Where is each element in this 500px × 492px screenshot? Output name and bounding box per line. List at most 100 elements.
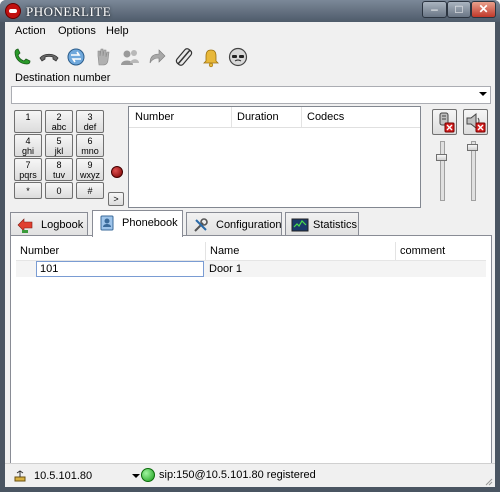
key-letters: jkl <box>54 146 64 156</box>
key-digit: 7 <box>25 160 31 170</box>
column-codecs[interactable]: Codecs <box>307 111 344 123</box>
column-duration[interactable]: Duration <box>237 111 279 123</box>
column-comment[interactable]: comment <box>400 245 445 257</box>
key-letters: ghi <box>21 146 34 156</box>
title-bar[interactable]: PHONERLITE – □ ✕ <box>0 0 500 22</box>
key-8[interactable]: 8 tuv <box>45 158 73 181</box>
maximize-button[interactable]: □ <box>447 1 471 18</box>
speaker-slider-thumb[interactable] <box>467 144 478 151</box>
network-icon <box>14 470 26 482</box>
forward-arrow-icon[interactable] <box>146 46 168 68</box>
key-digit: 6 <box>87 136 93 146</box>
key-3[interactable]: 3 def <box>76 110 104 133</box>
destination-number-input[interactable] <box>11 86 491 104</box>
registration-status-icon <box>141 468 155 482</box>
transfer-icon[interactable] <box>65 46 87 68</box>
more-button[interactable]: > <box>108 192 124 206</box>
tab-logbook[interactable]: Logbook <box>10 212 88 236</box>
local-ip-value: 10.5.101.80 <box>34 470 93 482</box>
key-digit: 4 <box>25 136 31 146</box>
resize-grip-icon[interactable] <box>483 476 493 486</box>
key-letters: tuv <box>52 170 65 180</box>
local-ip-select[interactable]: 10.5.101.80 <box>11 468 143 484</box>
key-digit: 0 <box>56 186 62 196</box>
column-divider <box>205 242 206 260</box>
menu-action[interactable]: Action <box>15 25 46 37</box>
dial-phone-icon[interactable] <box>11 46 33 68</box>
tab-label: Configuration <box>216 219 282 231</box>
volume-controls <box>426 106 492 208</box>
microphone-volume-slider[interactable] <box>440 141 445 201</box>
key-letters: abc <box>51 122 67 132</box>
number-cell-editor[interactable]: 101 <box>36 261 204 277</box>
key-4[interactable]: 4 ghi <box>14 134 42 157</box>
column-divider <box>301 107 302 127</box>
calls-table[interactable]: Number Duration Codecs <box>128 106 421 208</box>
key-9[interactable]: 9 wxyz <box>76 158 104 181</box>
calls-table-header: Number Duration Codecs <box>129 107 420 128</box>
key-letters: wxyz <box>80 170 100 180</box>
phonebook-panel: Number Name comment 101 Door 1 <box>10 235 492 467</box>
statistics-monitor-icon <box>291 218 309 232</box>
name-cell[interactable]: Door 1 <box>209 263 242 275</box>
app-logo-icon[interactable] <box>5 3 21 19</box>
key-5[interactable]: 5 jkl <box>45 134 73 157</box>
key-hash[interactable]: # <box>76 182 104 199</box>
chevron-down-icon[interactable] <box>132 474 140 478</box>
table-row[interactable]: 101 Door 1 <box>16 261 486 277</box>
column-divider <box>395 242 396 260</box>
contacts-icon[interactable] <box>119 46 141 68</box>
minimize-button[interactable]: – <box>422 1 447 18</box>
window-title: PHONERLITE <box>26 4 112 19</box>
status-bar: 10.5.101.80 sip:150@10.5.101.80 register… <box>5 463 495 488</box>
tab-phonebook[interactable]: Phonebook <box>92 210 183 237</box>
key-7[interactable]: 7 pqrs <box>14 158 42 181</box>
menu-help[interactable]: Help <box>106 25 129 37</box>
menu-options[interactable]: Options <box>58 25 96 37</box>
tab-configuration[interactable]: Configuration <box>186 212 282 236</box>
registration-status-text: sip:150@10.5.101.80 registered <box>159 469 316 481</box>
key-digit: 3 <box>87 112 93 122</box>
key-letters: pqrs <box>19 170 37 180</box>
toolbar <box>5 42 495 72</box>
column-divider <box>231 107 232 127</box>
tab-label: Logbook <box>41 219 84 231</box>
close-button[interactable]: ✕ <box>471 1 496 18</box>
app-window: PHONERLITE – □ ✕ Action Options Help Des… <box>0 0 500 492</box>
key-digit: 2 <box>56 112 62 122</box>
key-digit: 9 <box>87 160 93 170</box>
key-digit: 5 <box>56 136 62 146</box>
hold-hand-icon[interactable] <box>92 46 114 68</box>
microphone-mute-button[interactable] <box>432 109 457 135</box>
column-number[interactable]: Number <box>20 245 59 257</box>
dialpad: 1 2 abc 3 def 4 ghi 5 jkl 6 mno 7 pqrs 8 tuv 9w… <box>8 108 126 208</box>
tab-statistics[interactable]: Statistics <box>285 212 359 236</box>
key-digit: 1 <box>25 112 31 122</box>
bell-icon[interactable] <box>200 46 222 68</box>
status-led-icon <box>111 166 123 178</box>
window-frame-bottom <box>0 487 500 492</box>
column-number[interactable]: Number <box>135 111 174 123</box>
microphone-slider-thumb[interactable] <box>436 154 447 161</box>
column-name[interactable]: Name <box>210 245 239 257</box>
microphone-icon <box>439 112 455 133</box>
main-tabs: Logbook Phonebook Configuration Statisti… <box>10 210 495 237</box>
do-not-disturb-icon[interactable] <box>227 46 249 68</box>
key-digit: 8 <box>56 160 62 170</box>
mute-mic-icon[interactable] <box>173 46 195 68</box>
key-6[interactable]: 6 mno <box>76 134 104 157</box>
client-area: Action Options Help Destination number 1… <box>5 22 495 488</box>
chevron-down-icon[interactable] <box>479 92 487 96</box>
speaker-mute-button[interactable] <box>463 109 488 135</box>
hangup-phone-icon[interactable] <box>38 46 60 68</box>
key-0[interactable]: 0 <box>45 182 73 199</box>
key-star[interactable]: * <box>14 182 42 199</box>
menu-bar: Action Options Help <box>5 22 495 42</box>
phonebook-table-header: Number Name comment <box>16 242 486 261</box>
key-1[interactable]: 1 <box>14 110 42 133</box>
tab-label: Statistics <box>313 219 358 231</box>
key-letters: def <box>83 122 97 132</box>
key-digit: # <box>87 186 93 196</box>
key-2[interactable]: 2 abc <box>45 110 73 133</box>
tab-label: Phonebook <box>122 217 178 229</box>
